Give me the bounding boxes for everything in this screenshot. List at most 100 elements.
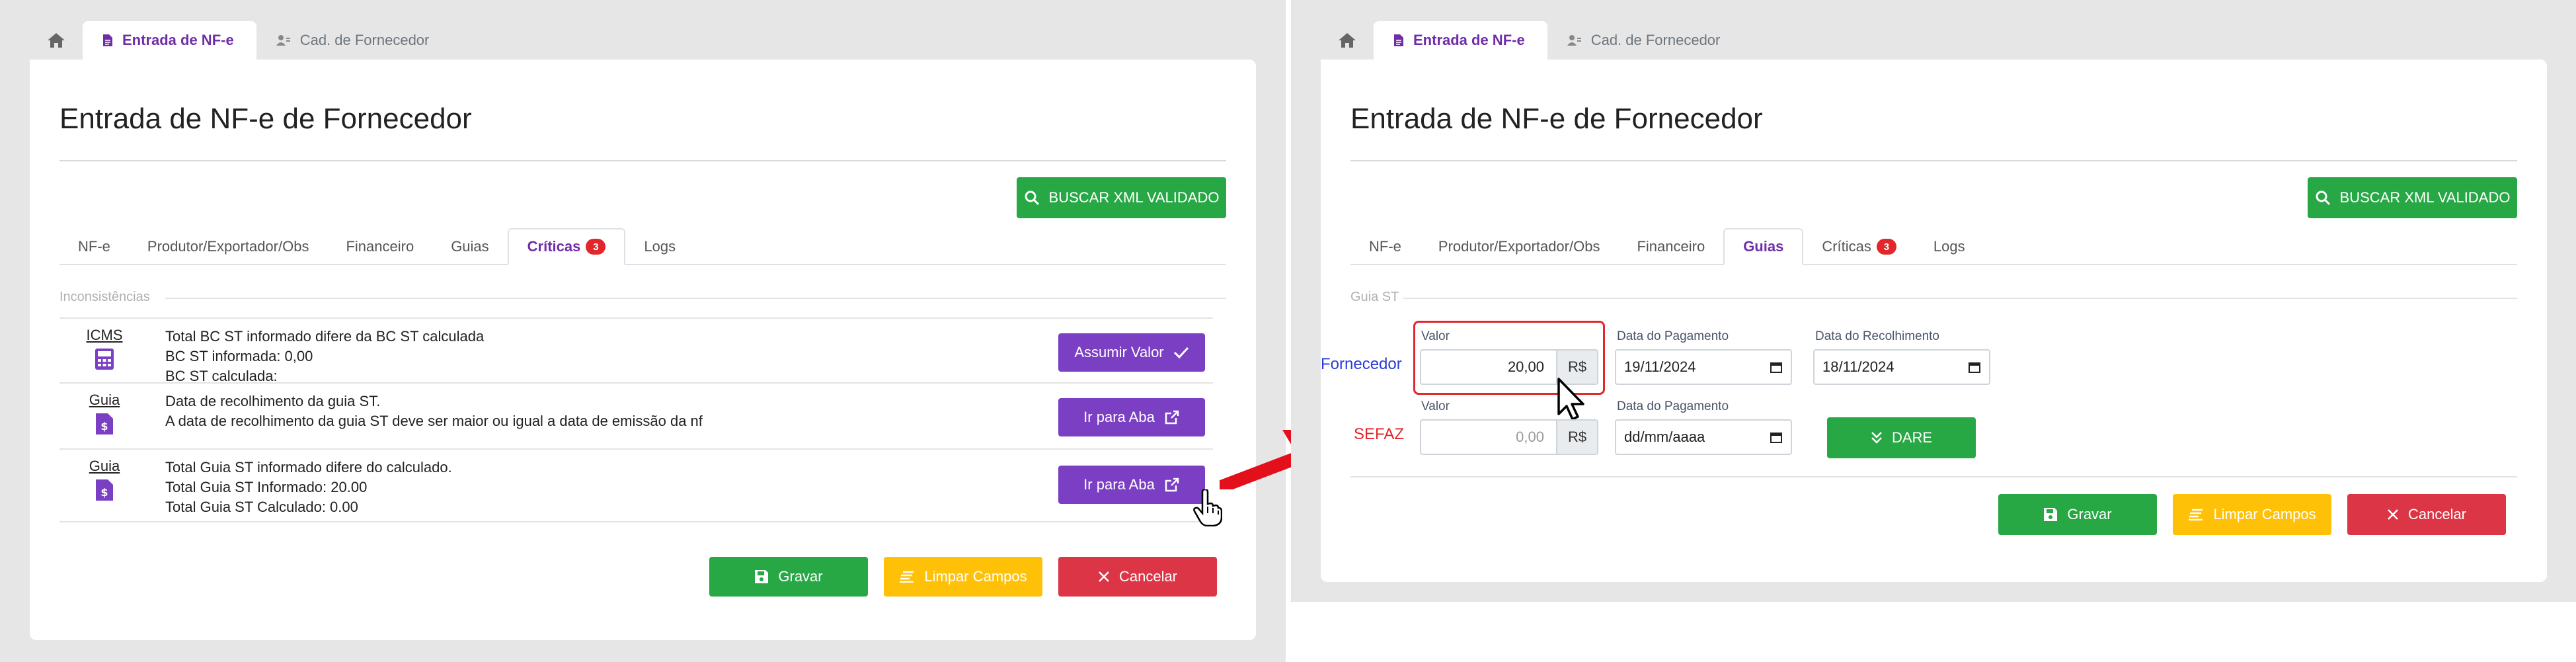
ir-para-aba-button[interactable]: Ir para Aba — [1058, 466, 1205, 504]
tab-label: Financeiro — [346, 238, 414, 255]
sefaz-row-label: SEFAZ — [1354, 425, 1405, 443]
blank-area — [1291, 602, 2576, 662]
save-icon — [755, 570, 769, 583]
critica-row: Guia $ Total Guia ST informado difere do… — [59, 450, 1222, 526]
section-label-inconsistencias: Inconsistências — [59, 290, 150, 304]
button-label: Cancelar — [1118, 568, 1178, 585]
form-tabs: NF-e Produtor/Exportador/Obs Financeiro … — [59, 228, 1226, 265]
button-label: Cancelar — [2407, 506, 2467, 522]
divider — [1350, 160, 2517, 161]
button-label: Limpar Campos — [924, 568, 1027, 585]
eraser-icon — [900, 571, 914, 583]
critica-line: Total Guia ST Calculado: 0.00 — [165, 499, 358, 515]
top-tab-entrada-nfe[interactable]: Entrada de NF-e — [83, 21, 256, 60]
fornecedor-row-label: Fornecedor — [1321, 355, 1402, 373]
tab-label: Produtor/Exportador/Obs — [147, 238, 309, 255]
tab-produtor[interactable]: Produtor/Exportador/Obs — [129, 228, 328, 265]
input-placeholder: 0,00 — [1516, 429, 1544, 445]
section-label-guia-st: Guia ST — [1350, 290, 1399, 304]
top-tab-label: Entrada de NF-e — [1413, 32, 1525, 48]
top-tab-bar: Entrada de NF-e Cad. de Fornecedor — [1321, 21, 1742, 60]
tab-produtor[interactable]: Produtor/Exportador/Obs — [1420, 228, 1619, 265]
top-tab-entrada-nfe[interactable]: Entrada de NF-e — [1374, 21, 1547, 60]
tab-logs[interactable]: Logs — [625, 228, 694, 265]
criticas-count-badge: 3 — [586, 239, 606, 255]
main-card: Entrada de NF-e de Fornecedor BUSCAR XML… — [1321, 60, 2547, 582]
home-tab[interactable] — [1321, 21, 1374, 60]
tab-financeiro[interactable]: Financeiro — [1618, 228, 1723, 265]
fornecedor-pagamento-input[interactable]: 19/11/2024 — [1615, 349, 1792, 385]
recolhimento-label: Data do Recolhimento — [1815, 329, 1939, 343]
tab-nfe[interactable]: NF-e — [1350, 228, 1420, 265]
search-icon — [1025, 190, 1039, 206]
critica-line: BC ST informada: 0,00 — [165, 348, 313, 364]
assumir-valor-button[interactable]: Assumir Valor — [1058, 333, 1205, 372]
tab-guias[interactable]: Guias — [1723, 228, 1804, 265]
main-card: Entrada de NF-e de Fornecedor BUSCAR XML… — [30, 60, 1256, 640]
tab-label: Guias — [451, 238, 489, 255]
tab-financeiro[interactable]: Financeiro — [327, 228, 432, 265]
button-label: Assumir Valor — [1074, 344, 1164, 360]
tab-label: NF-e — [1369, 238, 1401, 255]
invoice-dollar-icon: $ — [86, 413, 123, 435]
top-tab-label: Cad. de Fornecedor — [299, 32, 430, 48]
check-icon — [1173, 347, 1189, 359]
top-tab-cad-fornecedor[interactable]: Cad. de Fornecedor — [1547, 21, 1743, 60]
tab-logs[interactable]: Logs — [1915, 228, 1984, 265]
tab-label: Logs — [644, 238, 676, 255]
limpar-campos-button[interactable]: Limpar Campos — [2173, 494, 2331, 535]
buscar-xml-button[interactable]: BUSCAR XML VALIDADO — [1017, 177, 1226, 218]
critica-category-label: Guia — [89, 458, 120, 474]
external-link-icon — [1165, 477, 1179, 492]
calendar-icon — [1969, 362, 1980, 373]
tab-label: Produtor/Exportador/Obs — [1438, 238, 1600, 255]
tab-criticas[interactable]: Críticas 3 — [507, 228, 626, 265]
critica-line: Data de recolhimento da guia ST. — [165, 393, 381, 409]
buscar-xml-button[interactable]: BUSCAR XML VALIDADO — [2308, 177, 2517, 218]
critica-category: ICMS — [86, 327, 123, 370]
pagamento-label: Data do Pagamento — [1617, 329, 1729, 343]
page-title: Entrada de NF-e de Fornecedor — [59, 103, 472, 135]
valor-label: Valor — [1421, 399, 1450, 413]
external-link-icon — [1165, 410, 1179, 425]
tab-nfe[interactable]: NF-e — [59, 228, 129, 265]
top-tab-label: Cad. de Fornecedor — [1590, 32, 1721, 48]
input-value: 19/11/2024 — [1624, 358, 1696, 375]
tab-guias[interactable]: Guias — [432, 228, 507, 265]
tab-label: Logs — [1933, 238, 1965, 255]
gravar-button[interactable]: Gravar — [1998, 494, 2157, 535]
home-tab[interactable] — [30, 21, 83, 60]
button-label: Gravar — [2067, 506, 2112, 522]
critica-category-label: Guia — [89, 392, 120, 408]
input-placeholder: dd/mm/aaaa — [1624, 429, 1705, 445]
gravar-button[interactable]: Gravar — [709, 557, 868, 597]
ir-para-aba-button[interactable]: Ir para Aba — [1058, 398, 1205, 436]
tab-label: Financeiro — [1637, 238, 1705, 255]
panel-gap — [1286, 0, 1291, 662]
users-icon — [1567, 34, 1582, 46]
calculator-icon — [86, 348, 123, 370]
tab-criticas[interactable]: Críticas 3 — [1803, 228, 1915, 265]
divider — [59, 160, 1226, 161]
dare-button[interactable]: DARE — [1827, 417, 1976, 458]
pagamento-label: Data do Pagamento — [1617, 399, 1729, 413]
left-screen: Entrada de NF-e Cad. de Fornecedor Entra… — [0, 0, 1286, 662]
sefaz-valor-input[interactable]: 0,00 R$ — [1420, 419, 1598, 455]
buscar-xml-label: BUSCAR XML VALIDADO — [2339, 189, 2511, 206]
form-tabs: NF-e Produtor/Exportador/Obs Financeiro … — [1350, 228, 2517, 265]
top-tab-cad-fornecedor[interactable]: Cad. de Fornecedor — [256, 21, 452, 60]
critica-line: A data de recolhimento da guia ST deve s… — [165, 413, 703, 429]
top-tab-label: Entrada de NF-e — [122, 32, 234, 48]
section-divider — [1403, 298, 2517, 299]
eraser-icon — [2189, 509, 2203, 520]
critica-message: Total Guia ST informado difere do calcul… — [165, 458, 452, 517]
limpar-campos-button[interactable]: Limpar Campos — [884, 557, 1042, 597]
cancelar-button[interactable]: Cancelar — [2347, 494, 2506, 535]
critica-line: Total Guia ST informado difere do calcul… — [165, 459, 452, 476]
critica-line: Total BC ST informado difere da BC ST ca… — [165, 328, 485, 345]
form-divider — [1350, 476, 2517, 477]
sefaz-pagamento-input[interactable]: dd/mm/aaaa — [1615, 419, 1792, 455]
input-value: 18/11/2024 — [1822, 358, 1894, 375]
fornecedor-recolhimento-input[interactable]: 18/11/2024 — [1813, 349, 1990, 385]
cancelar-button[interactable]: Cancelar — [1058, 557, 1217, 597]
